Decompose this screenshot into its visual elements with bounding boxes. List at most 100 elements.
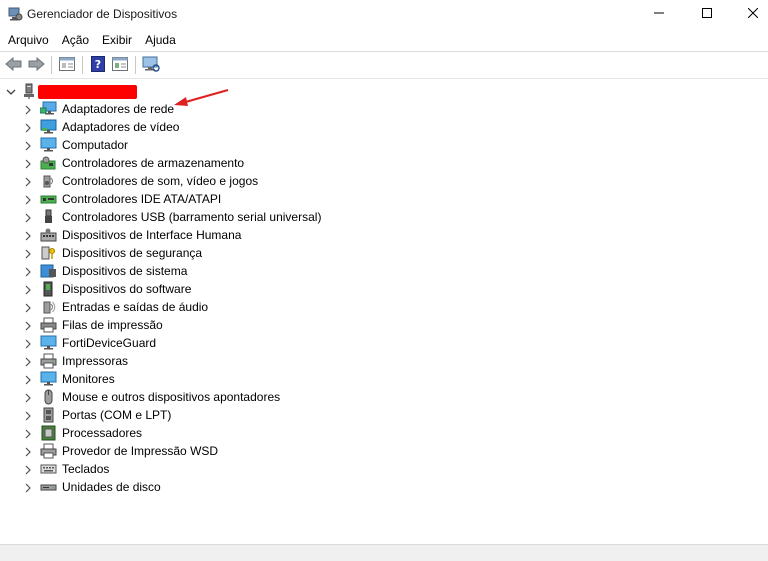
tree-item[interactable]: Unidades de disco [0, 478, 420, 496]
chevron-right-icon[interactable] [24, 176, 32, 190]
tree-item[interactable]: Dispositivos de sistema [0, 262, 420, 280]
tree-item-label: Dispositivos de sistema [62, 264, 188, 278]
status-bar [0, 544, 768, 561]
chevron-right-icon[interactable] [24, 320, 32, 334]
chevron-right-icon[interactable] [24, 356, 32, 370]
help-icon: ? [91, 55, 105, 75]
tree-item[interactable]: Computador [0, 136, 420, 154]
back-button[interactable] [3, 54, 25, 76]
chevron-right-icon[interactable] [24, 248, 32, 262]
scan-hardware-button[interactable] [140, 54, 162, 76]
chevron-right-icon[interactable] [24, 158, 32, 172]
tree-item-label: Adaptadores de vídeo [62, 120, 180, 134]
tree-item[interactable]: Entradas e saídas de áudio [0, 298, 420, 316]
menu-exibir[interactable]: Exibir [97, 30, 137, 50]
tree-item[interactable]: Adaptadores de rede [0, 100, 420, 118]
minimize-button[interactable] [636, 0, 682, 28]
tree-item-label: Controladores de som, vídeo e jogos [62, 174, 259, 188]
tree-item-label: Teclados [62, 462, 110, 476]
chevron-right-icon[interactable] [24, 428, 32, 442]
forti-device-icon [40, 335, 57, 351]
tree-item[interactable]: Mouse e outros dispositivos apontadores [0, 388, 420, 406]
chevron-right-icon[interactable] [24, 194, 32, 208]
network-adapter-icon [39, 101, 57, 117]
chevron-right-icon[interactable] [24, 374, 32, 388]
maximize-icon [702, 7, 712, 21]
close-button[interactable] [730, 0, 768, 28]
software-device-icon [40, 281, 57, 297]
chevron-right-icon[interactable] [24, 266, 32, 280]
menu-acao[interactable]: Ação [57, 30, 94, 50]
tree-item-label: Computador [62, 138, 129, 152]
toolbar-separator [135, 56, 136, 74]
hid-icon [40, 227, 57, 243]
tree-item-label: Provedor de Impressão WSD [62, 444, 219, 458]
tree-item[interactable]: Monitores [0, 370, 420, 388]
tree-item[interactable]: Provedor de Impressão WSD [0, 442, 420, 460]
tree-item-label: Dispositivos de Interface Humana [62, 228, 242, 242]
properties-button[interactable] [56, 54, 78, 76]
tree-root-computer[interactable] [0, 82, 300, 100]
chevron-right-icon[interactable] [24, 338, 32, 352]
keyboard-icon [40, 461, 57, 477]
tree-item[interactable]: FortiDeviceGuard [0, 334, 420, 352]
minimize-icon [654, 7, 664, 21]
toolbar-separator [82, 56, 83, 74]
tree-item[interactable]: Controladores USB (barramento serial uni… [0, 208, 420, 226]
tree-item[interactable]: Filas de impressão [0, 316, 420, 334]
chevron-right-icon[interactable] [24, 446, 32, 460]
chevron-right-icon[interactable] [24, 104, 32, 118]
tree-item-label: Controladores de armazenamento [62, 156, 245, 170]
tree-item-label: Controladores USB (barramento serial uni… [62, 210, 322, 224]
maximize-button[interactable] [684, 0, 730, 28]
update-driver-button[interactable] [109, 54, 131, 76]
chevron-right-icon[interactable] [24, 464, 32, 478]
tree-item-label: Controladores IDE ATA/ATAPI [62, 192, 222, 206]
toolbar: ? [0, 53, 768, 77]
chevron-right-icon[interactable] [24, 284, 32, 298]
processor-icon [40, 425, 57, 441]
tree-item[interactable]: Controladores de armazenamento [0, 154, 420, 172]
tree-item[interactable]: Controladores de som, vídeo e jogos [0, 172, 420, 190]
tree-item-label: Filas de impressão [62, 318, 163, 332]
toolbar-separator [51, 56, 52, 74]
chevron-right-icon[interactable] [24, 122, 32, 136]
print-queue-icon [40, 317, 57, 333]
device-manager-app-icon [7, 6, 23, 22]
tree-item[interactable]: Impressoras [0, 352, 420, 370]
tree-item[interactable]: Teclados [0, 460, 420, 478]
tree-item[interactable]: Portas (COM e LPT) [0, 406, 420, 424]
chevron-right-icon[interactable] [24, 392, 32, 406]
chevron-down-icon[interactable] [6, 86, 16, 100]
tree-item[interactable]: Processadores [0, 424, 420, 442]
monitor-icon [40, 371, 57, 387]
printer-icon [40, 353, 57, 369]
chevron-right-icon[interactable] [24, 140, 32, 154]
forward-arrow-icon [27, 56, 45, 74]
tree-item-label: Adaptadores de rede [62, 102, 175, 116]
tree-item[interactable]: Adaptadores de vídeo [0, 118, 420, 136]
chevron-right-icon[interactable] [24, 212, 32, 226]
tree-item[interactable]: Dispositivos de segurança [0, 244, 420, 262]
forward-button[interactable] [25, 54, 47, 76]
svg-text:?: ? [95, 58, 101, 71]
chevron-right-icon[interactable] [24, 410, 32, 424]
toolbar-divider [0, 78, 768, 79]
title-bar: Gerenciador de Dispositivos [0, 0, 768, 28]
menu-arquivo[interactable]: Arquivo [3, 30, 54, 50]
chevron-right-icon[interactable] [24, 482, 32, 496]
chevron-right-icon[interactable] [24, 230, 32, 244]
menu-ajuda[interactable]: Ajuda [140, 30, 181, 50]
menu-divider [0, 51, 768, 52]
tree-item-label: Dispositivos do software [62, 282, 192, 296]
tree-item[interactable]: Dispositivos de Interface Humana [0, 226, 420, 244]
scan-hardware-icon [142, 56, 160, 75]
tree-item[interactable]: Controladores IDE ATA/ATAPI [0, 190, 420, 208]
help-button[interactable]: ? [87, 54, 109, 76]
wsd-printer-icon [40, 443, 57, 459]
properties-icon [59, 56, 75, 74]
tree-item-label: Processadores [62, 426, 143, 440]
speaker-icon [40, 173, 57, 189]
tree-item[interactable]: Dispositivos do software [0, 280, 420, 298]
chevron-right-icon[interactable] [24, 302, 32, 316]
